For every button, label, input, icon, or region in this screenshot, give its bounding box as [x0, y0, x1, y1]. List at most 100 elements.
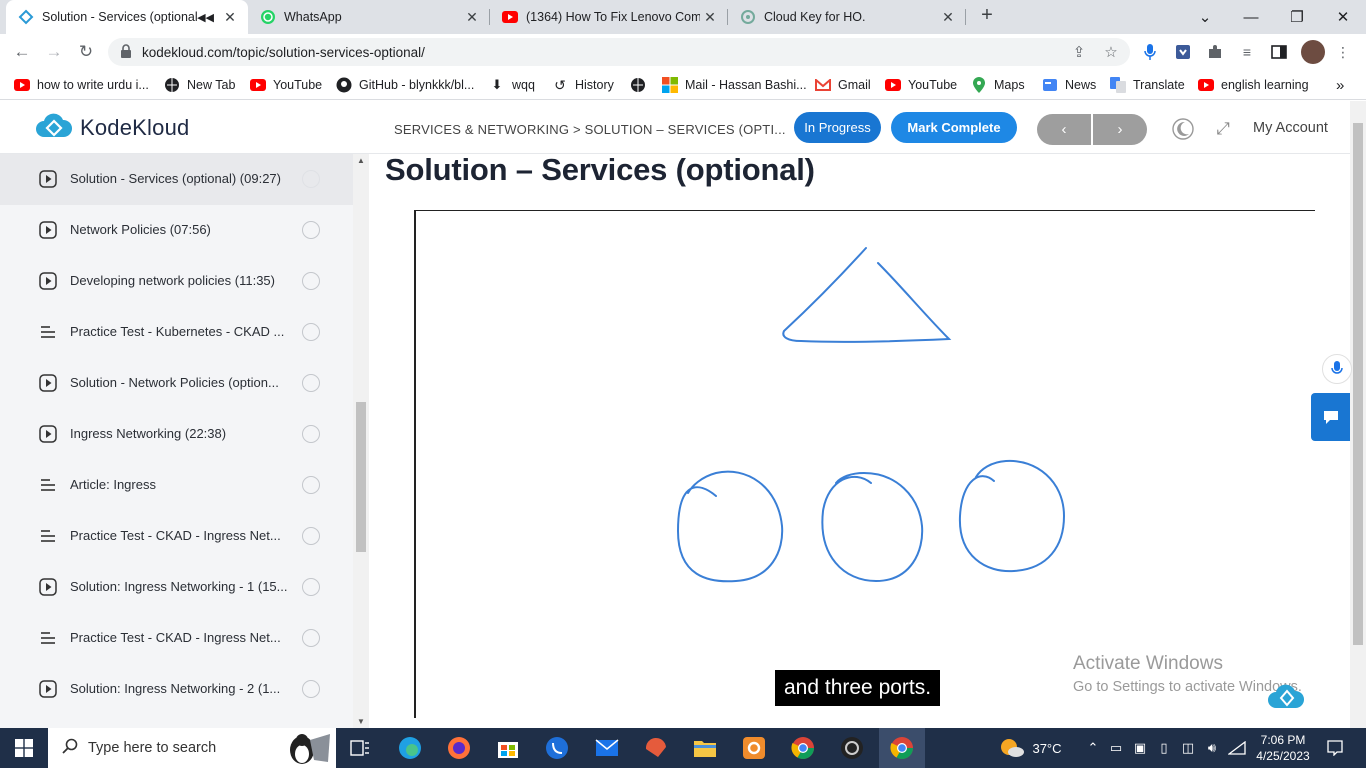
sidebar-lesson-item[interactable]: Network Policies (07:56): [0, 205, 353, 256]
bookmark-item[interactable]: News: [1042, 76, 1096, 94]
edge-icon[interactable]: [396, 734, 424, 762]
bookmark-item[interactable]: ⬇ wqq: [489, 76, 535, 94]
bookmark-item[interactable]: Gmail: [815, 76, 871, 94]
bookmark-item[interactable]: GitHub - blynkkk/bl...: [336, 76, 474, 94]
tab-kodekloud[interactable]: Solution - Services (optional) ◀◀ ✕: [6, 0, 248, 34]
completion-checkbox[interactable]: [302, 374, 320, 392]
mail-icon[interactable]: [593, 734, 621, 762]
completion-checkbox[interactable]: [302, 170, 320, 188]
notifications-icon[interactable]: [1320, 728, 1350, 768]
sidebar-lesson-item[interactable]: Practice Test - Kubernetes - CKAD ...: [0, 307, 353, 358]
bookmark-star-icon[interactable]: ☆: [1102, 43, 1120, 61]
close-tab-icon[interactable]: ✕: [700, 7, 720, 27]
tab-search-icon[interactable]: ⌄: [1182, 0, 1228, 34]
page-scrollbar[interactable]: [1350, 101, 1366, 728]
my-account-link[interactable]: My Account: [1253, 120, 1328, 136]
new-tab-button[interactable]: +: [976, 5, 998, 27]
fullscreen-icon[interactable]: ⤢: [1212, 118, 1234, 140]
phone-app-icon[interactable]: [543, 734, 571, 762]
kodekloud-logo[interactable]: KodeKloud: [34, 113, 189, 143]
extensions-puzzle-icon[interactable]: [1205, 42, 1225, 62]
task-view-icon[interactable]: [346, 734, 374, 762]
bookmark-item[interactable]: New Tab: [164, 76, 235, 94]
bookmark-item[interactable]: english learning: [1198, 76, 1309, 94]
completion-checkbox[interactable]: [302, 629, 320, 647]
completion-checkbox[interactable]: [302, 425, 320, 443]
settings-gear-icon[interactable]: [740, 734, 768, 762]
display-icon[interactable]: ▣: [1130, 728, 1150, 768]
taskbar-search-box[interactable]: Type here to search: [48, 728, 336, 768]
restore-icon[interactable]: ❐: [1274, 0, 1320, 34]
scroll-up-arrow-icon[interactable]: ▲: [357, 156, 365, 165]
reload-icon[interactable]: ↻: [73, 39, 99, 65]
windows-start-icon[interactable]: [0, 728, 48, 768]
bookmark-item[interactable]: YouTube: [885, 76, 957, 94]
share-icon[interactable]: ⇪: [1070, 43, 1088, 61]
network-drive-icon[interactable]: ▭: [1106, 728, 1126, 768]
breadcrumb[interactable]: SERVICES & NETWORKING > SOLUTION – SERVI…: [394, 122, 786, 137]
completion-checkbox[interactable]: [302, 527, 320, 545]
taskbar-clock[interactable]: 7:06 PM 4/25/2023: [1255, 732, 1311, 764]
chrome-active-icon[interactable]: [879, 728, 925, 768]
scroll-down-arrow-icon[interactable]: ▼: [357, 717, 365, 726]
more-bookmarks-icon[interactable]: »: [1336, 76, 1344, 94]
camera-privacy-icon[interactable]: ◫: [1178, 728, 1198, 768]
bookmark-item[interactable]: [630, 76, 653, 94]
sidebar-lesson-item[interactable]: Ingress Networking (22:38): [0, 409, 353, 460]
minimize-icon[interactable]: —: [1228, 0, 1274, 34]
completion-checkbox[interactable]: [302, 272, 320, 290]
camera-app-icon[interactable]: [838, 734, 866, 762]
chrome-icon[interactable]: [789, 734, 817, 762]
completion-checkbox[interactable]: [302, 680, 320, 698]
close-tab-icon[interactable]: ✕: [220, 7, 240, 27]
wifi-icon[interactable]: [1226, 728, 1248, 768]
bookmark-item[interactable]: YouTube: [250, 76, 322, 94]
speaker-muted-icon[interactable]: ◀◀: [197, 11, 214, 24]
profile-avatar[interactable]: [1301, 40, 1325, 64]
sidebar-lesson-item[interactable]: Practice Test - CKAD - Ingress Net...: [0, 511, 353, 562]
app-shell-icon[interactable]: [642, 734, 670, 762]
bookmark-item[interactable]: Translate: [1110, 76, 1185, 94]
sidebar-lesson-item[interactable]: Developing network policies (11:35): [0, 256, 353, 307]
close-tab-icon[interactable]: ✕: [462, 7, 482, 27]
tab-cloud-key[interactable]: Cloud Key for HO. ✕: [728, 0, 966, 34]
tab-youtube[interactable]: (1364) How To Fix Lenovo Compu ✕: [490, 0, 728, 34]
kodekloud-assistant-icon[interactable]: [1267, 684, 1307, 710]
next-lesson-button[interactable]: ›: [1093, 114, 1147, 145]
tab-whatsapp[interactable]: WhatsApp ✕: [248, 0, 490, 34]
sidebar-lesson-item[interactable]: Solution - Services (optional) (09:27): [0, 154, 353, 205]
sidebar-lesson-item[interactable]: Article: Ingress: [0, 460, 353, 511]
completion-checkbox[interactable]: [302, 476, 320, 494]
dark-mode-icon[interactable]: [1172, 118, 1194, 140]
bookmark-item[interactable]: ↺ History: [552, 76, 614, 94]
back-icon[interactable]: ←: [9, 39, 35, 65]
volume-icon[interactable]: 🔊︎: [1202, 728, 1222, 768]
sidebar-scrollbar[interactable]: ▲ ▼: [353, 154, 369, 728]
firefox-icon[interactable]: [445, 734, 473, 762]
sidebar-scrollbar-thumb[interactable]: [356, 402, 366, 552]
address-bar[interactable]: kodekloud.com/topic/solution-services-op…: [108, 38, 1130, 66]
chat-widget-icon[interactable]: [1311, 393, 1350, 441]
download-extension-icon[interactable]: [1173, 42, 1193, 62]
voice-input-icon[interactable]: [1322, 354, 1352, 384]
media-control-icon[interactable]: ≡: [1237, 42, 1257, 62]
microsoft-store-icon[interactable]: [494, 734, 522, 762]
weather-icon[interactable]: [998, 728, 1026, 768]
sidebar-lesson-item[interactable]: Solution - Network Policies (option...: [0, 358, 353, 409]
bookmark-item[interactable]: Maps: [971, 76, 1025, 94]
bookmark-item[interactable]: how to write urdu i...: [14, 76, 149, 94]
sidebar-lesson-item[interactable]: Solution: Ingress Networking - 2 (1...: [0, 664, 353, 715]
sidebar-lesson-item[interactable]: Solution: Ingress Networking - 1 (15...: [0, 562, 353, 613]
previous-lesson-button[interactable]: ‹: [1037, 114, 1091, 145]
show-hidden-icons-icon[interactable]: ⌃: [1084, 728, 1102, 768]
completion-checkbox[interactable]: [302, 221, 320, 239]
file-explorer-icon[interactable]: [691, 734, 719, 762]
menu-kebab-icon[interactable]: ⋮: [1333, 42, 1353, 62]
completion-checkbox[interactable]: [302, 323, 320, 341]
battery-icon[interactable]: ▯: [1154, 728, 1174, 768]
bookmark-item[interactable]: Mail - Hassan Bashi...: [662, 76, 807, 94]
mark-complete-button[interactable]: Mark Complete: [891, 112, 1017, 143]
lock-icon[interactable]: [120, 44, 132, 63]
side-panel-icon[interactable]: [1269, 42, 1289, 62]
weather-temperature[interactable]: 37°C: [1030, 728, 1064, 768]
